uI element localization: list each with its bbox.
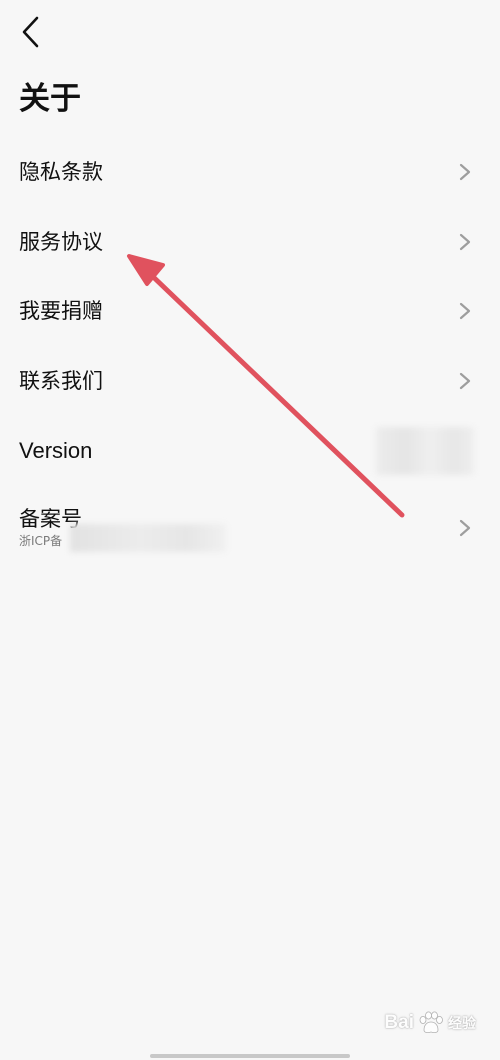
menu-item-contact-label: 联系我们: [19, 369, 103, 393]
menu-item-privacy[interactable]: 隐私条款: [0, 142, 500, 202]
beian-number-redacted: [70, 524, 226, 552]
back-chevron-icon: [22, 16, 39, 48]
watermark-brand: Bai: [384, 1012, 414, 1033]
menu-item-contact[interactable]: 联系我们: [0, 351, 500, 411]
beian-number: 浙ICP备: [19, 534, 63, 548]
paw-icon: [419, 1011, 443, 1033]
chevron-right-icon: [459, 233, 471, 251]
chevron-right-icon: [459, 372, 471, 390]
menu-item-version-label: Version: [19, 438, 93, 463]
menu-item-privacy-label: 隐私条款: [19, 160, 103, 184]
menu-item-service-label: 服务协议: [19, 230, 103, 254]
menu-item-version: Version: [0, 421, 500, 481]
menu-item-donate-label: 我要捐赠: [19, 299, 103, 323]
menu-item-donate[interactable]: 我要捐赠: [0, 281, 500, 341]
baidu-jingyan-watermark: Bai 经验: [384, 1011, 476, 1035]
chevron-right-icon: [459, 519, 471, 537]
menu-item-service[interactable]: 服务协议: [0, 212, 500, 272]
page-title: 关于: [19, 81, 81, 117]
back-button[interactable]: [10, 10, 50, 54]
chevron-right-icon: [459, 163, 471, 181]
watermark-sub: 经验: [448, 1016, 476, 1032]
version-value-redacted: [376, 427, 474, 475]
home-indicator[interactable]: [150, 1054, 350, 1058]
chevron-right-icon: [459, 302, 471, 320]
